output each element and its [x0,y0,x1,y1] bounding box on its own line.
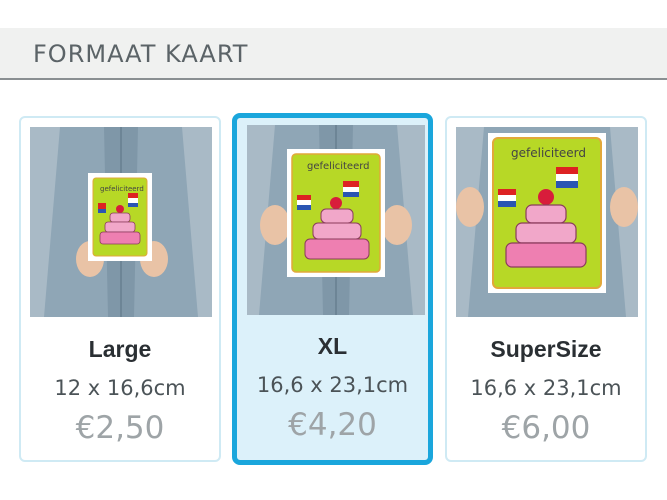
product-photo-large: gefeliciteerd [30,127,212,317]
option-price: €6,00 [501,410,591,446]
product-photo-xl: gefeliciteerd [247,125,425,315]
greeting-card-image: gefeliciteerd [88,173,152,261]
option-name: Large [88,336,152,362]
option-name: XL [317,333,348,359]
section-title: FORMAAT KAART [33,40,249,68]
option-price: €4,20 [288,407,377,443]
option-size: 16,6 x 23,1cm [256,373,409,397]
option-price: €2,50 [75,410,165,446]
format-option-xl[interactable]: gefeliciteerd XL 16,6 x 23,1cm €4,20 [232,113,433,465]
format-option-large[interactable]: gefeliciteerd Large 12 x 16,6cm €2,50 [19,116,221,462]
card-greeting-text: gefeliciteerd [100,185,144,193]
greeting-card-image: gefeliciteerd [287,149,385,277]
format-option-supersize[interactable]: gefeliciteerd SuperSize 16,6 x 23,1cm €6… [445,116,647,462]
option-size: 16,6 x 23,1cm [470,376,622,400]
card-greeting-text: gefeliciteerd [511,146,586,160]
greeting-card-image: gefeliciteerd [488,133,606,293]
option-size: 12 x 16,6cm [54,376,186,400]
section-header: FORMAAT KAART [0,28,667,80]
option-name: SuperSize [490,336,602,362]
card-greeting-text: gefeliciteerd [307,161,370,172]
product-photo-supersize: gefeliciteerd [456,127,638,317]
